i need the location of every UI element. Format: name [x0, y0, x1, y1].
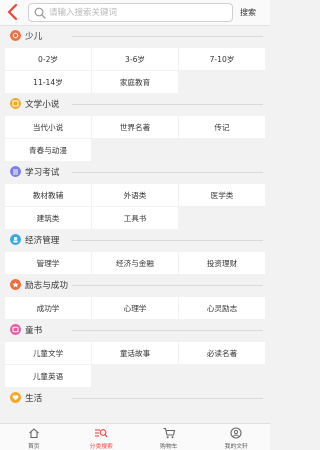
category-item[interactable]: 3-6岁	[92, 48, 178, 70]
category-item[interactable]: 传记	[179, 116, 265, 138]
economy-icon	[10, 234, 21, 245]
search-icon	[34, 7, 46, 19]
section-header: 学习考试	[0, 162, 270, 184]
section-title: 学习考试	[25, 168, 60, 178]
category-list: 少儿 0-2岁 3-6岁 7-10岁 11-14岁 家庭教育文学小说当代小说 世界名著 传记青…	[0, 26, 270, 423]
section-title: 童书	[25, 326, 43, 336]
tab-label: 购物车	[160, 444, 178, 450]
tab-label: 我的文轩	[224, 444, 248, 450]
section-title: 励志与成功	[25, 281, 68, 291]
category-item[interactable]: 11-14岁	[5, 71, 91, 93]
category-item[interactable]: 经济与金融	[92, 252, 178, 274]
home-icon	[28, 428, 39, 439]
category-item[interactable]: 必读名著	[179, 342, 265, 364]
section-title: 生活	[25, 394, 43, 404]
category-section: 学习考试教材教辅 外语类 医学类建筑类 工具书	[0, 162, 270, 230]
section-title: 文学小说	[25, 100, 60, 110]
search-input[interactable]	[49, 6, 227, 20]
section-header: 经济管理	[0, 230, 270, 252]
literature-icon	[10, 98, 21, 109]
section-header: 童书	[0, 320, 270, 342]
section-header: 文学小说	[0, 94, 270, 116]
category-item[interactable]: 家庭教育	[92, 71, 178, 93]
section-divider	[72, 240, 263, 241]
category-item[interactable]: 7-10岁	[179, 48, 265, 70]
section-title: 少儿	[25, 32, 43, 42]
category-grid: 教材教辅 外语类 医学类建筑类 工具书	[5, 184, 265, 230]
category-item[interactable]: 当代小说	[5, 116, 91, 138]
category-item[interactable]: 管理学	[5, 252, 91, 274]
category-grid: 当代小说 世界名著 传记青春与动漫	[5, 116, 265, 162]
category-section: 经济管理管理学 经济与金融 投资理财	[0, 230, 270, 275]
section-divider	[72, 285, 263, 286]
category-section: 文学小说当代小说 世界名著 传记青春与动漫	[0, 94, 270, 162]
back-arrow-icon[interactable]	[5, 3, 21, 21]
life-icon	[10, 392, 21, 403]
section-header: 励志与成功	[0, 275, 270, 297]
category-grid: 儿童文学 童话故事 必读名著儿童英语	[5, 342, 265, 388]
section-divider	[72, 398, 263, 399]
profile-icon	[230, 427, 242, 439]
category-item[interactable]: 医学类	[179, 184, 265, 206]
category-search-icon	[95, 429, 108, 438]
category-grid: 成功学 心理学 心灵励志	[5, 297, 265, 320]
category-item[interactable]: 心理学	[92, 297, 178, 319]
category-section: 生活	[0, 388, 270, 410]
section-divider	[72, 172, 263, 173]
category-section: 励志与成功成功学 心理学 心灵励志	[0, 275, 270, 320]
section-title: 经济管理	[25, 236, 60, 246]
cart-icon	[163, 427, 175, 439]
search-box[interactable]	[28, 3, 233, 22]
section-header: 生活	[0, 388, 270, 410]
category-item[interactable]: 儿童文学	[5, 342, 91, 364]
category-grid: 0-2岁 3-6岁 7-10岁 11-14岁 家庭教育	[5, 48, 265, 94]
study-icon	[10, 166, 21, 177]
category-item[interactable]: 成功学	[5, 297, 91, 319]
category-item[interactable]: 世界名著	[92, 116, 178, 138]
section-divider	[72, 36, 263, 37]
category-item[interactable]: 建筑类	[5, 207, 91, 229]
tab-profile[interactable]: 我的文轩	[203, 424, 271, 450]
tab-home[interactable]: 首页	[0, 424, 68, 450]
section-divider	[72, 330, 263, 331]
tab-category-search[interactable]: 分类搜索	[68, 424, 136, 450]
category-item[interactable]: 教材教辅	[5, 184, 91, 206]
category-item[interactable]: 外语类	[92, 184, 178, 206]
kids-book-icon	[10, 324, 21, 335]
bottom-tab-bar: 首页 分类搜索 购物车 我的文轩	[0, 423, 270, 450]
category-section: 童书儿童文学 童话故事 必读名著儿童英语	[0, 320, 270, 388]
category-item[interactable]: 童话故事	[92, 342, 178, 364]
category-item[interactable]: 青春与动漫	[5, 139, 91, 161]
search-button[interactable]: 搜索	[240, 7, 256, 18]
tab-cart[interactable]: 购物车	[135, 424, 203, 450]
category-item[interactable]: 工具书	[92, 207, 178, 229]
top-bar: 搜索	[0, 0, 270, 26]
section-divider	[72, 104, 263, 105]
category-item[interactable]: 儿童英语	[5, 365, 91, 387]
category-item[interactable]: 心灵励志	[179, 297, 265, 319]
category-section: 少儿 0-2岁 3-6岁 7-10岁 11-14岁 家庭教育	[0, 26, 270, 94]
section-header: 少儿	[0, 26, 270, 48]
category-item[interactable]: 0-2岁	[5, 48, 91, 70]
category-item[interactable]: 投资理财	[179, 252, 265, 274]
children-icon	[10, 30, 21, 41]
category-grid: 管理学 经济与金融 投资理财	[5, 252, 265, 275]
tab-label: 首页	[27, 444, 40, 450]
inspiration-icon	[10, 279, 21, 290]
tab-label: 分类搜索	[89, 444, 113, 450]
